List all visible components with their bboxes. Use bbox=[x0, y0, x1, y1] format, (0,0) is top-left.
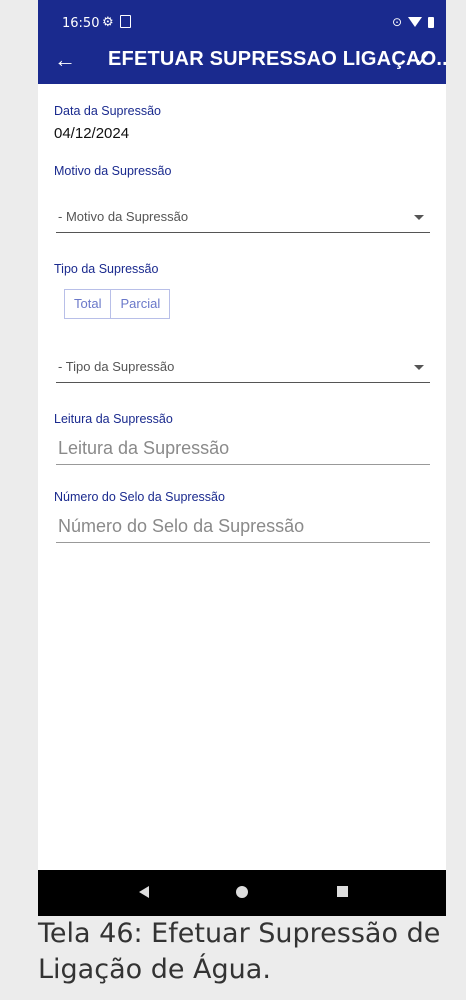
location-icon: ⊙ bbox=[391, 15, 402, 29]
system-nav-bar bbox=[38, 870, 446, 916]
motivo-select-value: - Motivo da Supressão bbox=[58, 209, 189, 224]
nav-back-icon[interactable] bbox=[139, 886, 149, 898]
leitura-label: Leitura da Supressão bbox=[54, 412, 173, 426]
motivo-label: Motivo da Supressão bbox=[54, 164, 172, 178]
check-icon[interactable]: ✓ bbox=[414, 46, 432, 74]
data-label: Data da Supressão bbox=[54, 104, 162, 118]
selo-label: Número do Selo da Supressão bbox=[54, 490, 225, 504]
status-icons: ⊙ bbox=[392, 15, 434, 29]
selo-input[interactable]: Número do Selo da Supressão bbox=[56, 514, 430, 543]
tipo-parcial-button[interactable]: Parcial bbox=[110, 290, 169, 318]
nav-home-icon[interactable] bbox=[236, 886, 248, 898]
battery-icon bbox=[428, 16, 434, 28]
leitura-placeholder: Leitura da Supressão bbox=[58, 438, 230, 458]
tipo-segmented-control: Total Parcial bbox=[64, 289, 171, 319]
gear-icon: ⚙ bbox=[102, 15, 114, 30]
chevron-down-icon bbox=[414, 215, 424, 220]
document-icon bbox=[120, 15, 131, 28]
tipo-select[interactable]: - Tipo da Supressão bbox=[56, 354, 430, 383]
chevron-down-icon bbox=[414, 365, 424, 370]
leitura-input[interactable]: Leitura da Supressão bbox=[56, 436, 430, 465]
page-title: EFETUAR SUPRESSAO LIGAÇAO... bbox=[108, 48, 446, 70]
selo-placeholder: Número do Selo da Supressão bbox=[58, 516, 305, 536]
tipo-select-value: - Tipo da Supressão bbox=[58, 359, 175, 374]
tipo-total-button[interactable]: Total bbox=[65, 290, 110, 318]
status-time: 16:50 bbox=[62, 16, 100, 31]
status-bar: 16:50 ⚙ ⊙ bbox=[38, 14, 446, 34]
motivo-select[interactable]: - Motivo da Supressão bbox=[56, 204, 430, 233]
tipo-label: Tipo da Supressão bbox=[54, 262, 159, 276]
wifi-icon bbox=[408, 17, 422, 27]
arrow-left-icon[interactable]: ← bbox=[54, 46, 76, 74]
app-bar: 16:50 ⚙ ⊙ ← EFETUAR SUPRESSAO LIGAÇAO...… bbox=[38, 0, 446, 84]
data-value[interactable]: 04/12/2024 bbox=[54, 125, 129, 142]
nav-recents-icon[interactable] bbox=[337, 886, 348, 897]
figure-caption: Tela 46: Efetuar Supressão de Ligação de… bbox=[38, 918, 441, 985]
phone-screen: 16:50 ⚙ ⊙ ← EFETUAR SUPRESSAO LIGAÇAO...… bbox=[38, 0, 446, 916]
toolbar: ← EFETUAR SUPRESSAO LIGAÇAO... ✓ bbox=[38, 44, 446, 78]
